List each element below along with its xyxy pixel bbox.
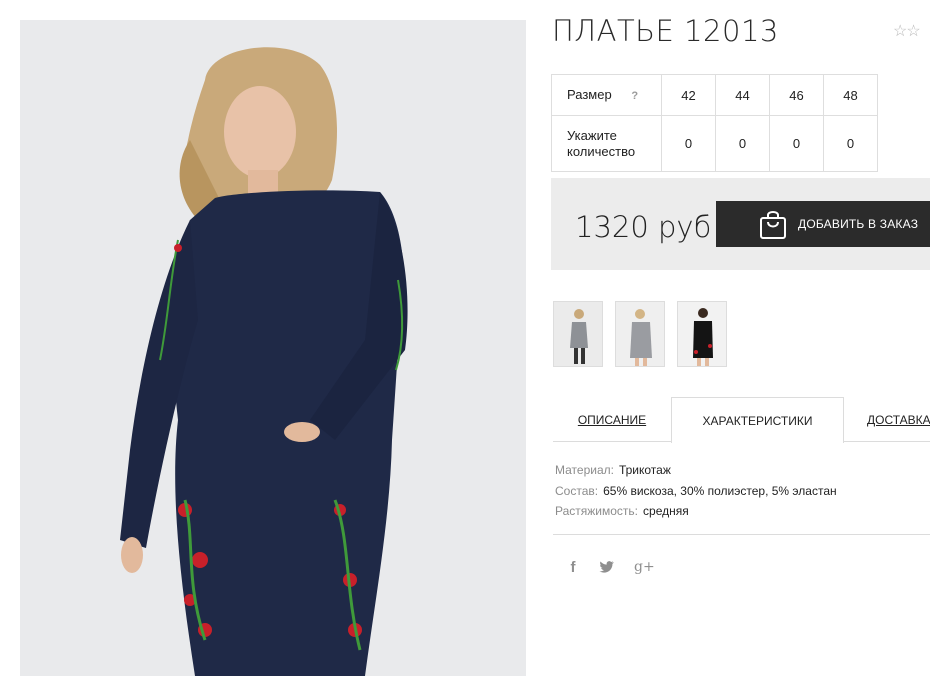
characteristics-list: Материал: Трикотаж Состав: 65% вискоза, 30…: [555, 460, 837, 522]
thumbnail-grey-dress-1[interactable]: [553, 301, 603, 367]
social-share: f g+: [568, 558, 655, 576]
size-row: Размер ? 42 44 46 48: [551, 74, 878, 116]
size-46: 46: [769, 74, 824, 116]
spec-value: средняя: [643, 504, 689, 518]
twitter-bird-icon: [599, 561, 614, 573]
spec-key: Материал:: [555, 463, 614, 477]
thumbnail-image: [616, 302, 664, 366]
dress-model-illustration: [20, 20, 526, 676]
thumbnail-black-dress[interactable]: [677, 301, 727, 367]
quantity-input-44[interactable]: 0: [728, 136, 758, 151]
product-title: ПЛАТЬЕ 12013: [552, 14, 779, 48]
product-tabs: ОПИСАНИЕ ХАРАКТЕРИСТИКИ ДОСТАВКА: [553, 397, 930, 443]
quantity-cell: 0: [661, 115, 716, 172]
quantity-label: Укажите количество: [551, 115, 662, 172]
size-48: 48: [823, 74, 878, 116]
buy-box: 1320 руб ДОБАВИТЬ В ЗАКАЗ: [551, 178, 930, 270]
size-quantity-table: Размер ? 42 44 46 48 Укажите количество …: [551, 74, 878, 172]
quantity-input-42[interactable]: 0: [674, 136, 704, 151]
size-help-icon[interactable]: ?: [631, 88, 638, 104]
shopping-bag-icon: [760, 211, 786, 239]
thumbnail-image: [678, 302, 726, 366]
quantity-row: Укажите количество 0 0 0 0: [551, 115, 878, 172]
add-to-order-button[interactable]: ДОБАВИТЬ В ЗАКАЗ: [716, 201, 930, 247]
rating-stars-icon[interactable]: ☆☆: [893, 21, 921, 41]
google-plus-icon[interactable]: g+: [634, 559, 655, 575]
spec-composition: Состав: 65% вискоза, 30% полиэстер, 5% эл…: [555, 481, 837, 502]
thumbnail-gallery: [553, 301, 727, 367]
spec-key: Состав:: [555, 483, 599, 498]
facebook-icon[interactable]: f: [568, 559, 578, 576]
spec-key: Растяжимость:: [555, 504, 639, 518]
spec-stretch: Растяжимость: средняя: [555, 501, 837, 522]
quantity-input-48[interactable]: 0: [836, 136, 866, 151]
tab-characteristics[interactable]: ХАРАКТЕРИСТИКИ: [671, 397, 844, 443]
quantity-cell: 0: [715, 115, 770, 172]
product-price: 1320 руб: [575, 210, 712, 244]
size-label-cell: Размер ?: [551, 74, 662, 116]
size-44: 44: [715, 74, 770, 116]
divider: [553, 534, 930, 535]
tab-delivery[interactable]: ДОСТАВКА: [867, 397, 930, 442]
size-label: Размер: [567, 86, 612, 102]
quantity-input-46[interactable]: 0: [782, 136, 812, 151]
add-to-order-label: ДОБАВИТЬ В ЗАКАЗ: [798, 217, 919, 231]
quantity-cell: 0: [769, 115, 824, 172]
spec-value: Трикотаж: [618, 463, 671, 477]
spec-material: Материал: Трикотаж: [555, 460, 837, 481]
quantity-cell: 0: [823, 115, 878, 172]
product-main-image[interactable]: [20, 20, 526, 676]
spec-value: 65% вискоза, 30% полиэстер, 5% эластан: [603, 483, 837, 498]
tab-description[interactable]: ОПИСАНИЕ: [553, 397, 671, 442]
thumbnail-image: [554, 302, 602, 366]
thumbnail-grey-dress-2[interactable]: [615, 301, 665, 367]
size-42: 42: [661, 74, 716, 116]
twitter-icon[interactable]: [597, 558, 615, 576]
